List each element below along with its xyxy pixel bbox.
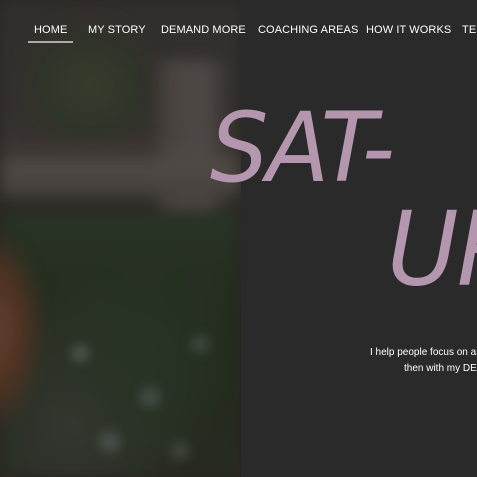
- hero-headline-line-2: UR: [387, 190, 477, 310]
- nav-item-how-it-works[interactable]: HOW IT WORKS: [366, 24, 451, 36]
- nav-item-demand-more[interactable]: DEMAND MORE: [161, 24, 246, 36]
- photo-shade: [0, 0, 241, 477]
- main-navigation: HOME MY STORY DEMAND MORE COACHING AREAS…: [0, 0, 477, 60]
- nav-item-home[interactable]: HOME: [27, 24, 74, 43]
- nav-item-my-story[interactable]: MY STORY: [88, 24, 146, 36]
- hero-headline-line-1: SAT-: [210, 92, 395, 205]
- nav-item-testimonials[interactable]: TES: [462, 24, 477, 36]
- hero-intro-line-2: then with my DEI: [404, 363, 477, 374]
- nav-item-coaching-areas[interactable]: COACHING AREAS: [258, 24, 358, 36]
- page: HOME MY STORY DEMAND MORE COACHING AREAS…: [0, 0, 477, 477]
- hero-background-photo: [0, 0, 241, 477]
- hero-intro-line-1: I help people focus on ar: [370, 347, 477, 358]
